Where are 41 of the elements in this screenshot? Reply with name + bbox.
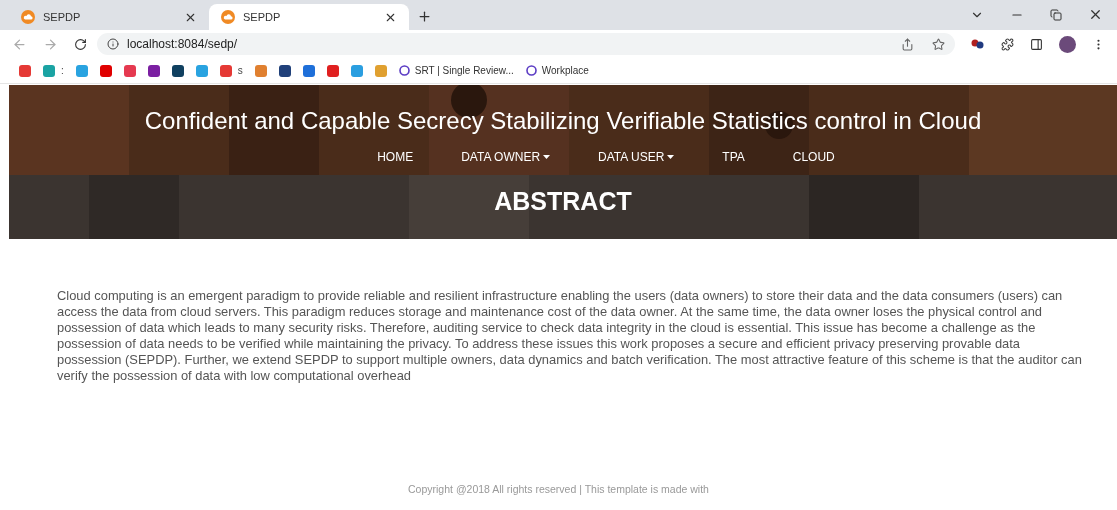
side-panel-icon[interactable] xyxy=(1030,37,1043,51)
nav-link[interactable]: DATA OWNER xyxy=(461,148,551,166)
nav-link[interactable]: TPA xyxy=(722,148,745,166)
bookmark-link[interactable]: SRT | Single Review... xyxy=(398,63,514,78)
url-text: localhost:8084/sedp/ xyxy=(127,36,239,53)
bookmark-icon[interactable] xyxy=(171,64,184,77)
info-icon xyxy=(107,38,119,50)
bookmark-icon[interactable] xyxy=(147,64,160,77)
nav-link[interactable]: HOME xyxy=(377,148,414,166)
share-icon[interactable] xyxy=(901,37,914,51)
tab-title: SEPDP xyxy=(43,9,82,25)
bookmark-icon[interactable] xyxy=(278,64,291,77)
close-icon[interactable] xyxy=(1088,7,1103,22)
bookmark-icon[interactable] xyxy=(99,64,112,77)
bookmark-label: : xyxy=(61,64,64,78)
abstract-paragraph: Cloud computing is an emergent paradigm to provide reliable and resilient infrastructure enabling the users (data owners) to store their data and the data consumers (users) can access the data from cloud servers. This paradigm reduces storage and maintenance cost of the data owner. At the same time, the data owner loses the physical control and possession of data which leads to many security risks. Therefore, auditing service to check data integrity in the cloud is essential. This issue has become a challenge as the possession of data needs to be verified while maintaining the privacy. To address these issues this work proposes a secure and efficient privacy preserving provable data possession (SEPDP). Further, we extend SEPDP to support multiple owners, data dynamics and batch verification. The most attractive feature of this scheme is that the auditor can verify the possession of data with low computational overhead xyxy=(57,288,1083,384)
copyright-text: Copyright @2018 All rights reserved | This template is made with xyxy=(407,482,710,497)
bookmark-link[interactable]: Workplace xyxy=(525,63,589,78)
bookmark-label: s xyxy=(237,64,243,78)
tab-title: SEPDP xyxy=(243,9,282,25)
site-title: Confident and Capable Secrecy Stabilizing Verifiable Statistics control in Cloud xyxy=(144,106,982,136)
caret-icon xyxy=(667,155,675,159)
bookmark-icon[interactable] xyxy=(302,64,315,77)
nav-link[interactable]: CLOUD xyxy=(792,148,835,166)
new-tab-icon[interactable] xyxy=(417,9,432,24)
restore-icon[interactable] xyxy=(1050,8,1062,21)
address-bar[interactable]: localhost:8084/sedp/ xyxy=(97,33,955,55)
browser-tab[interactable]: SEPDP xyxy=(209,4,409,30)
bookmark-title: SRT | Single Review... xyxy=(414,64,514,78)
puzzle-icon[interactable] xyxy=(1001,37,1014,51)
bookmark-title: Workplace xyxy=(541,64,589,78)
bookmark-icon[interactable] xyxy=(326,64,339,77)
page-heading: ABSTRACT xyxy=(494,186,632,217)
caret-icon xyxy=(543,155,551,159)
nav-link[interactable]: DATA USER xyxy=(598,148,675,166)
reload-icon[interactable] xyxy=(74,37,87,51)
avatar-icon[interactable] xyxy=(1059,35,1076,53)
cloud-icon xyxy=(21,10,35,24)
star-icon[interactable] xyxy=(932,37,945,51)
extension-icon[interactable] xyxy=(971,38,985,50)
cloud-icon xyxy=(221,10,235,24)
